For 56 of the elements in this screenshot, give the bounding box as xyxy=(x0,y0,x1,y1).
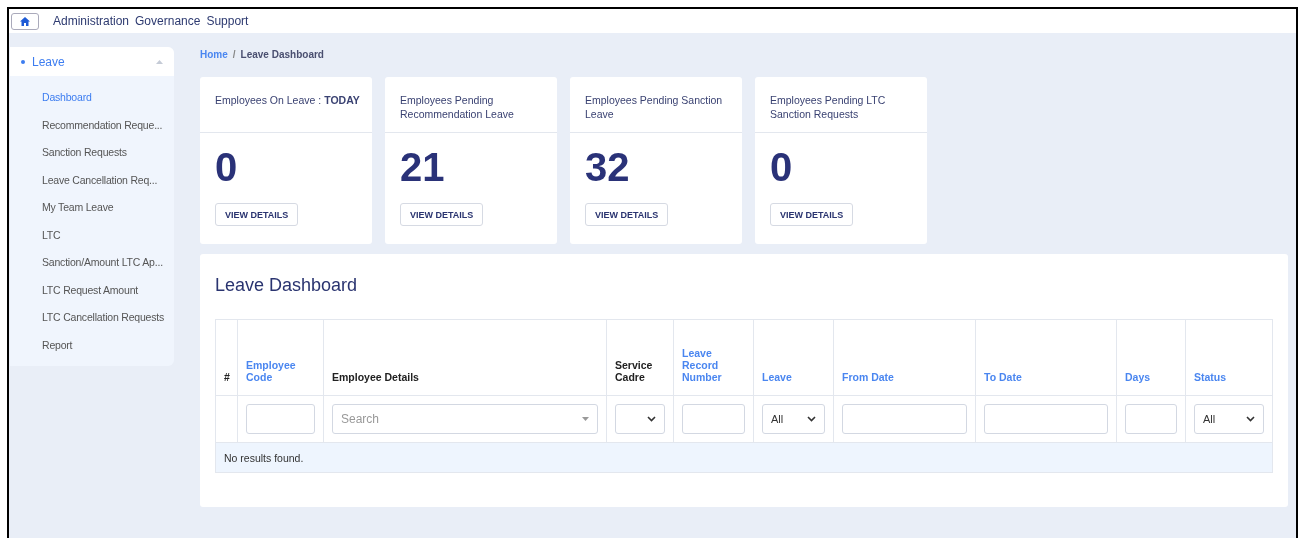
sortable-column-header[interactable]: Leave xyxy=(753,319,834,396)
sortable-column-header[interactable]: Employee Code xyxy=(237,319,324,396)
card-title: Employees Pending Recommendation Leave xyxy=(385,77,557,133)
filter-dropdown[interactable]: All xyxy=(1194,404,1264,434)
caret-down-icon xyxy=(582,417,589,421)
sidebar-group[interactable]: Leave xyxy=(10,47,174,76)
column-header: # xyxy=(215,319,238,396)
sidebar-item[interactable]: LTC xyxy=(10,221,174,249)
sidebar-item[interactable]: LTC Cancellation Requests xyxy=(10,304,174,332)
sortable-column-header[interactable]: Days xyxy=(1116,319,1186,396)
bullet-icon xyxy=(21,59,25,64)
view-details-button[interactable]: VIEW DETAILS xyxy=(770,203,854,226)
view-details-button[interactable]: VIEW DETAILS xyxy=(215,203,299,226)
chevron-down-icon xyxy=(647,416,656,422)
stat-value: 0 xyxy=(214,144,239,191)
chevron-down-icon xyxy=(807,416,816,422)
view-details-button[interactable]: VIEW DETAILS xyxy=(400,203,484,226)
home-icon xyxy=(20,16,30,26)
filter-field[interactable] xyxy=(984,404,1108,434)
nav-link[interactable]: Governance xyxy=(135,14,201,28)
column-header: Employee Details xyxy=(323,319,607,396)
sidebar-item[interactable]: Dashboard xyxy=(10,84,174,112)
filter-field[interactable] xyxy=(842,404,967,434)
card-title: Employees Pending LTC Sanction Requests xyxy=(755,77,927,133)
panel-title: Leave Dashboard xyxy=(215,275,359,296)
sortable-column-header[interactable]: To Date xyxy=(975,319,1117,396)
empty-message: No results found. xyxy=(224,451,304,464)
sidebar-item[interactable]: LTC Request Amount xyxy=(10,276,174,304)
stat-value: 0 xyxy=(769,144,794,191)
column-header: Service Cadre xyxy=(606,319,674,396)
caret-up-icon xyxy=(156,59,163,64)
filter-dropdown[interactable] xyxy=(615,404,665,434)
filter-field[interactable] xyxy=(246,404,315,434)
nav-link[interactable]: Administration xyxy=(53,14,130,28)
sidebar-item[interactable]: My Team Leave xyxy=(10,194,174,222)
sidebar-item[interactable]: Leave Cancellation Req... xyxy=(10,166,174,194)
sidebar-item[interactable]: Report xyxy=(10,331,174,359)
sidebar-item[interactable]: Recommendation Reque... xyxy=(10,111,174,139)
breadcrumb-separator: / xyxy=(232,49,236,60)
sortable-column-header[interactable]: Status xyxy=(1185,319,1273,396)
view-details-button[interactable]: VIEW DETAILS xyxy=(585,203,669,226)
filter-field[interactable] xyxy=(1125,404,1177,434)
chevron-down-icon xyxy=(1246,416,1255,422)
filter-dropdown[interactable]: All xyxy=(762,404,825,434)
sidebar-item[interactable]: Sanction/Amount LTC Ap... xyxy=(10,249,174,277)
sortable-column-header[interactable]: Leave Record Number xyxy=(673,319,754,396)
home-button[interactable] xyxy=(11,12,39,30)
nav-link[interactable]: Support xyxy=(206,14,249,28)
filter-field[interactable] xyxy=(682,404,745,434)
sortable-column-header[interactable]: From Date xyxy=(833,319,976,396)
sidebar-item[interactable]: Sanction Requests xyxy=(10,139,174,167)
card-title: Employees On Leave : TODAY xyxy=(200,77,372,133)
stat-value: 21 xyxy=(399,144,446,191)
stat-value: 32 xyxy=(584,144,631,191)
breadcrumb-current: Leave Dashboard xyxy=(240,49,324,60)
card-title: Employees Pending Sanction Leave xyxy=(570,77,742,133)
